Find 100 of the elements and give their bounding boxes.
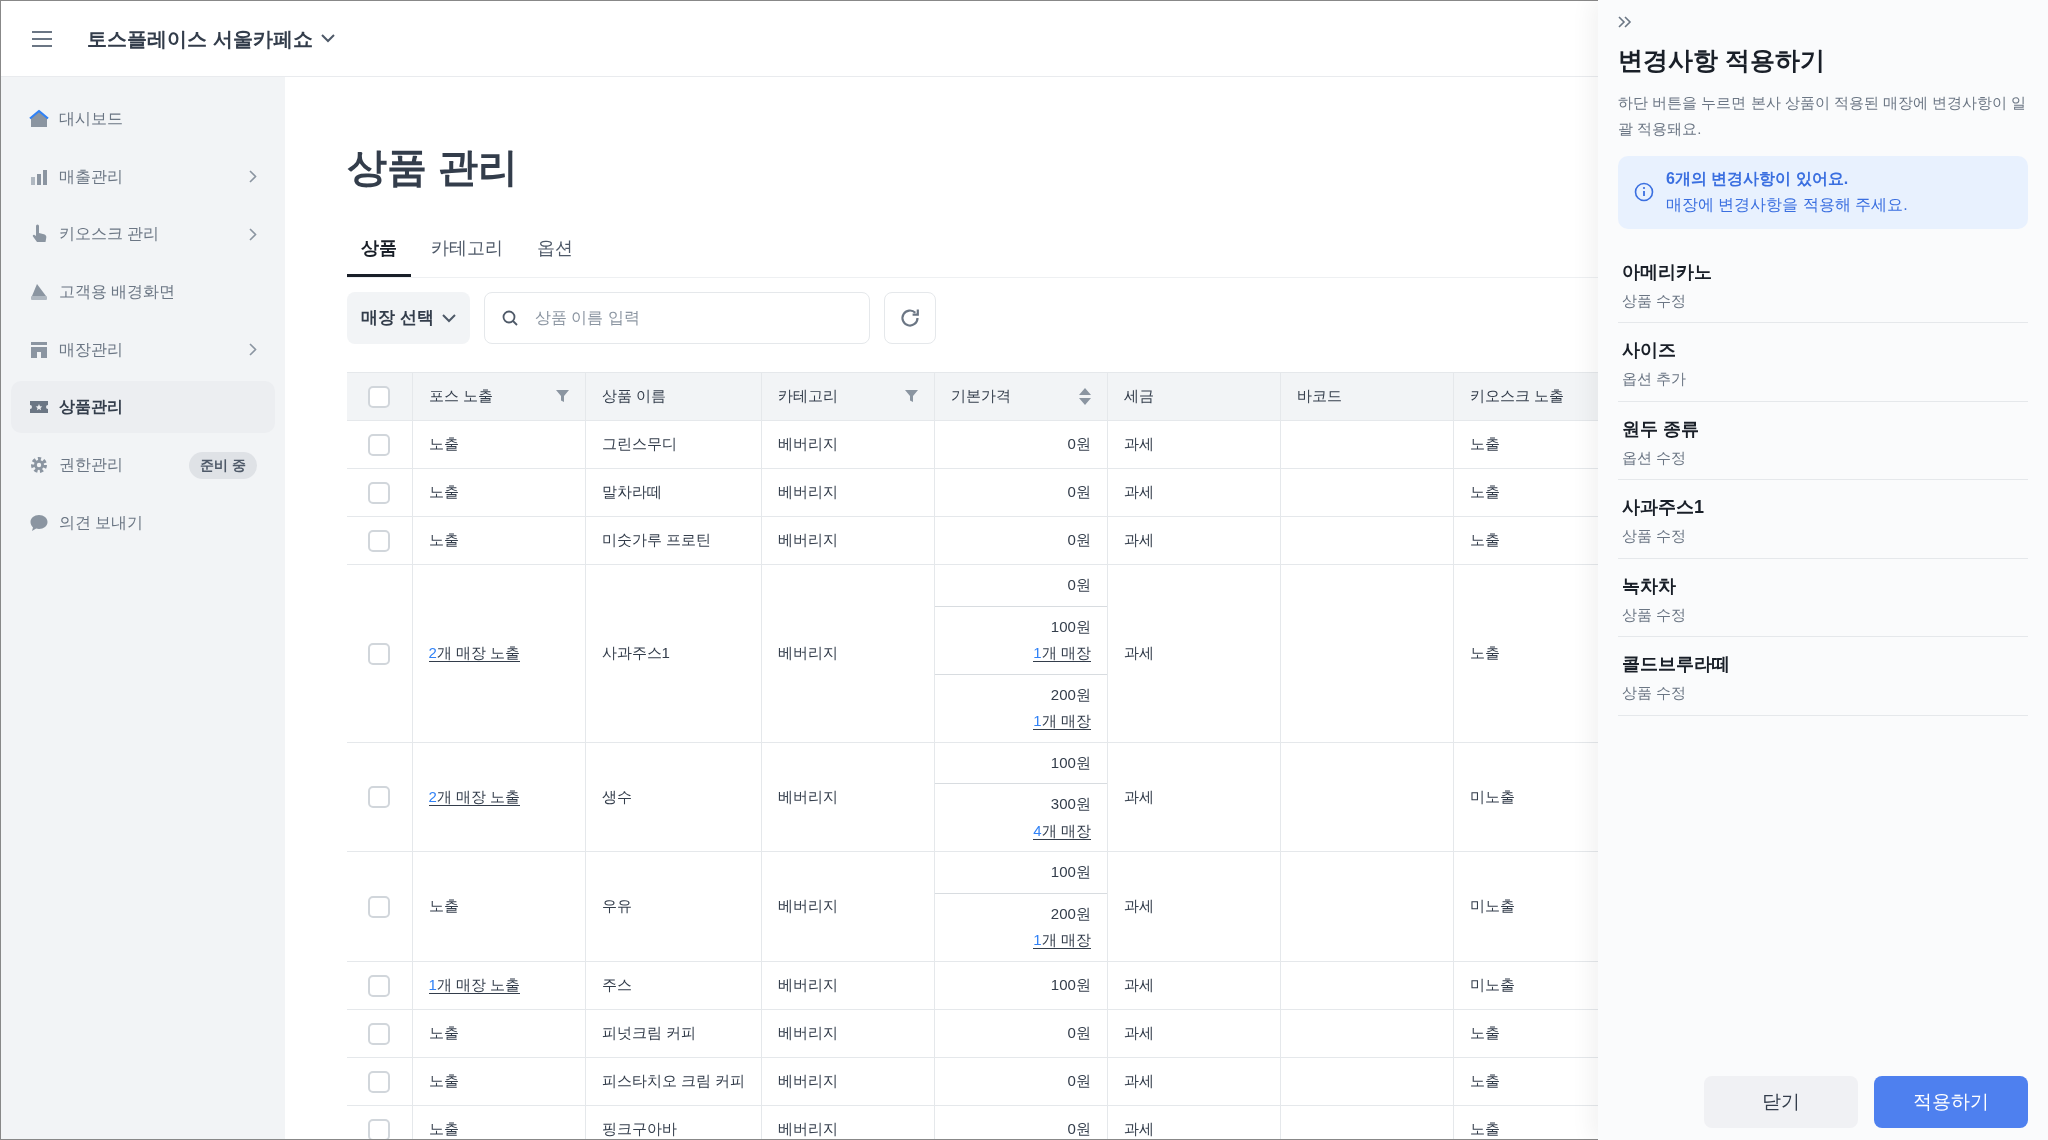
price-text: 0원	[1067, 435, 1091, 453]
apply-button[interactable]: 적용하기	[1874, 1076, 2028, 1128]
table-cell: 과세	[1123, 531, 1154, 549]
store-count-link[interactable]: 4개 매장	[1033, 821, 1091, 840]
home-icon	[29, 109, 49, 129]
checkbox[interactable]	[368, 1022, 391, 1045]
search-field[interactable]: 상품 이름 입력	[483, 292, 870, 344]
settings-icon	[29, 455, 49, 476]
checkbox[interactable]	[368, 895, 391, 918]
table-cell: 과세	[1123, 787, 1154, 805]
checkbox[interactable]	[368, 386, 391, 408]
tab[interactable]: 옵션	[523, 227, 587, 277]
table-cell: 베버리지	[777, 1023, 838, 1041]
price-text: 300원	[1050, 795, 1091, 812]
price-text: 0원	[1067, 576, 1091, 593]
store-count-link[interactable]: 1개 매장	[1033, 644, 1091, 662]
price-text: 100원	[1050, 753, 1091, 771]
price-text: 0원	[1067, 1023, 1091, 1041]
table-cell: 노출	[428, 531, 459, 549]
table-cell: 피스타치오 크림 커피	[601, 1071, 745, 1089]
notice-headline: 6개의 변경사항이 있어요.	[1666, 169, 1850, 189]
collapse-icon[interactable]	[1618, 16, 1632, 28]
table-cell: 과세	[1123, 644, 1154, 661]
column-header: 기본가격	[950, 386, 1011, 407]
store-count-link[interactable]: 1개 매장	[1033, 931, 1091, 949]
price-text: 0원	[1067, 1071, 1091, 1089]
status-badge: 준비 중	[189, 451, 257, 479]
change-name: 사이즈	[1622, 339, 1677, 363]
checkbox[interactable]	[368, 786, 391, 809]
refresh-button[interactable]	[883, 292, 936, 344]
change-type: 옵션 추가	[1622, 369, 1688, 390]
table-cell: 노출	[1469, 1071, 1500, 1089]
store-switcher[interactable]: 토스플레이스 서울카페쇼	[87, 23, 335, 54]
sidebar-item[interactable]: 대시보드	[11, 93, 275, 145]
table-cell: 주스	[601, 975, 632, 993]
table-cell: 사과주스1	[601, 644, 670, 661]
price-text: 0원	[1067, 1119, 1091, 1137]
filter-icon[interactable]	[904, 390, 918, 403]
sidebar-item[interactable]: 상품관리	[11, 381, 275, 434]
price-text: 100원	[1050, 863, 1091, 880]
table-cell: 우유	[601, 897, 632, 914]
tab[interactable]: 카테고리	[417, 227, 517, 277]
notice-text: 매장에 변경사항을 적용해 주세요.	[1666, 195, 1908, 216]
price-text: 100원	[1050, 617, 1091, 635]
table-cell: 노출	[1469, 644, 1500, 661]
checkbox[interactable]	[368, 434, 391, 456]
checkbox[interactable]	[368, 1118, 391, 1139]
table-cell: 말차라떼	[601, 483, 662, 501]
checkbox[interactable]	[368, 530, 391, 552]
cone-icon	[29, 282, 49, 303]
change-type: 상품 수정	[1622, 290, 1688, 311]
sidebar-item[interactable]: 고객용 배경화면	[11, 266, 275, 319]
info-icon	[1634, 182, 1654, 203]
column-header: 바코드	[1296, 386, 1342, 407]
table-cell: 미노출	[1469, 787, 1515, 805]
sidebar-item[interactable]: 매출관리	[11, 150, 275, 203]
table-cell: 베버리지	[777, 897, 838, 914]
store-count-link[interactable]: 2개 매장 노출	[428, 787, 521, 806]
column-header: 포스 노출	[428, 386, 493, 407]
change-name: 사과주스1	[1622, 496, 1705, 520]
checkbox[interactable]	[368, 1070, 391, 1093]
checkbox[interactable]	[368, 482, 391, 504]
column-header: 키오스크 노출	[1469, 386, 1564, 407]
change-type: 옵션 수정	[1622, 447, 1688, 468]
store-count-link[interactable]: 2개 매장 노출	[428, 644, 521, 662]
table-cell: 미노출	[1469, 975, 1515, 993]
store-select[interactable]: 매장 선택	[347, 292, 470, 344]
close-button[interactable]: 닫기	[1704, 1076, 1858, 1128]
checkbox[interactable]	[368, 642, 391, 665]
table-cell: 베버리지	[777, 644, 838, 661]
tab[interactable]: 상품	[347, 227, 411, 277]
sidebar-item[interactable]: 매장관리	[11, 323, 275, 376]
change-type: 상품 수정	[1622, 604, 1688, 625]
page-title: 상품 관리	[347, 144, 519, 191]
table-cell: 베버리지	[777, 1071, 838, 1089]
sort-icon[interactable]	[1078, 388, 1091, 405]
filter-icon[interactable]	[555, 390, 569, 403]
store-count-link[interactable]: 1개 매장	[1033, 712, 1091, 730]
table-cell: 과세	[1123, 435, 1154, 453]
table-cell: 노출	[428, 897, 459, 914]
price-text: 200원	[1050, 904, 1091, 922]
column-header: 카테고리	[777, 386, 838, 407]
table-cell: 과세	[1123, 1119, 1154, 1137]
table-cell: 생수	[601, 787, 632, 805]
table-cell: 피넛크림 커피	[601, 1023, 696, 1041]
table-cell: 노출	[428, 1071, 459, 1089]
checkbox[interactable]	[368, 974, 391, 997]
change-type: 상품 수정	[1622, 683, 1688, 704]
chevron-down-icon	[441, 313, 456, 323]
sidebar-item[interactable]: 권한관리 준비 중	[11, 439, 275, 492]
menu-icon[interactable]	[31, 29, 53, 48]
sidebar-item[interactable]: 의견 보내기	[11, 496, 275, 549]
storefront-icon	[29, 339, 49, 360]
sidebar-item[interactable]: 키오스크 관리	[11, 208, 275, 261]
table-cell: 노출	[428, 435, 459, 453]
table-cell: 미숫가루 프로틴	[601, 531, 711, 549]
table-cell: 과세	[1123, 483, 1154, 501]
table-cell: 노출	[428, 1023, 459, 1041]
price-text: 100원	[1050, 975, 1091, 993]
chevron-down-icon	[320, 34, 335, 43]
